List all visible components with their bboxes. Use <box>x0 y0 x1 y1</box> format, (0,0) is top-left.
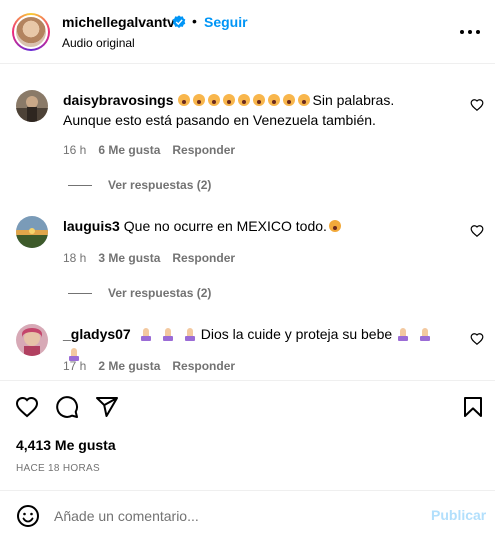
comment-text: lauguis3 Que no ocurre en MEXICO todo. <box>63 216 443 236</box>
publish-button[interactable]: Publicar <box>431 507 486 523</box>
praying-hands-emoji <box>140 328 151 341</box>
praying-hands-emoji <box>162 328 173 341</box>
separator-dot: • <box>192 13 197 29</box>
view-replies-label: Ver respuestas (2) <box>108 178 212 192</box>
audio-label[interactable]: Audio original <box>62 36 135 50</box>
commenter-avatar[interactable] <box>16 90 48 122</box>
verified-badge-icon <box>172 15 186 28</box>
emoji-icon[interactable] <box>16 504 40 528</box>
praying-hands-emoji <box>398 328 409 341</box>
comment-item: lauguis3 Que no ocurre en MEXICO todo. 18… <box>0 214 495 304</box>
comment-item: daisybravosings Sin palabras. Aunque esto… <box>0 86 495 196</box>
shocked-face-emoji <box>267 94 280 106</box>
comment-input[interactable] <box>54 505 414 527</box>
shocked-face-emoji <box>237 94 250 106</box>
shocked-face-emoji <box>207 94 220 106</box>
post-actions: 4,413 Me gusta HACE 18 HORAS <box>0 380 495 490</box>
shocked-face-emoji <box>297 94 310 106</box>
shocked-face-emoji <box>282 94 295 106</box>
heart-icon[interactable] <box>15 395 39 419</box>
comment-icon[interactable] <box>55 395 79 419</box>
praying-hands-emoji <box>184 328 195 341</box>
comment-likes[interactable]: 6 Me gusta <box>98 143 160 157</box>
replies-divider <box>68 185 92 187</box>
post-timestamp: HACE 18 HORAS <box>16 463 100 474</box>
comment-time[interactable]: 16 h <box>63 143 86 157</box>
reply-button[interactable]: Responder <box>172 143 235 157</box>
commenter-avatar[interactable] <box>16 216 48 248</box>
view-replies-button[interactable]: Ver respuestas (2) <box>68 286 211 300</box>
comment-username[interactable]: lauguis3 <box>63 218 120 234</box>
comment-likes[interactable]: 2 Me gusta <box>98 359 160 373</box>
view-replies-label: Ver respuestas (2) <box>108 286 212 300</box>
commenter-avatar[interactable] <box>16 324 48 356</box>
replies-divider <box>68 293 92 295</box>
comment-meta: 17 h 2 Me gusta Responder <box>63 359 247 373</box>
comment-username[interactable]: _gladys07 <box>63 326 131 342</box>
post-like-count[interactable]: 4,413 Me gusta <box>16 437 116 453</box>
comment-likes[interactable]: 3 Me gusta <box>98 251 160 265</box>
shocked-face-emoji <box>192 94 205 106</box>
sad-face-emoji <box>328 220 341 232</box>
comment-body: Que no ocurre en MEXICO todo. <box>123 218 327 234</box>
author-username[interactable]: michellegalvantv <box>62 14 175 30</box>
shocked-face-emoji <box>252 94 265 106</box>
shocked-face-emoji <box>222 94 235 106</box>
author-avatar[interactable] <box>12 13 50 51</box>
share-icon[interactable] <box>95 395 119 419</box>
emoji-row <box>177 92 313 108</box>
praying-hands-emoji <box>420 328 431 341</box>
reply-button[interactable]: Responder <box>172 359 235 373</box>
comment-meta: 18 h 3 Me gusta Responder <box>63 251 247 265</box>
follow-button[interactable]: Seguir <box>204 14 248 30</box>
comment-time[interactable]: 18 h <box>63 251 86 265</box>
heart-icon[interactable] <box>470 332 484 346</box>
shocked-face-emoji <box>177 94 190 106</box>
reply-button[interactable]: Responder <box>172 251 235 265</box>
comment-meta: 16 h 6 Me gusta Responder <box>63 143 247 157</box>
more-options-icon[interactable] <box>458 22 482 42</box>
comment-time[interactable]: 17 h <box>63 359 86 373</box>
view-replies-button[interactable]: Ver respuestas (2) <box>68 178 211 192</box>
heart-icon[interactable] <box>470 98 484 112</box>
heart-icon[interactable] <box>470 224 484 238</box>
comment-body: Dios la cuide y proteja su bebe <box>200 326 393 342</box>
add-comment-bar: Publicar <box>0 490 495 540</box>
comment-text: daisybravosings Sin palabras. Aunque esto… <box>63 90 443 130</box>
comment-item: _gladys07 Dios la cuide y proteja su bebe… <box>0 322 495 378</box>
comment-username[interactable]: daisybravosings <box>63 92 174 108</box>
post-header: michellegalvantv • Seguir Audio original <box>0 0 495 64</box>
save-icon[interactable] <box>461 395 485 419</box>
comment-text: _gladys07 Dios la cuide y proteja su bebe <box>63 324 443 364</box>
